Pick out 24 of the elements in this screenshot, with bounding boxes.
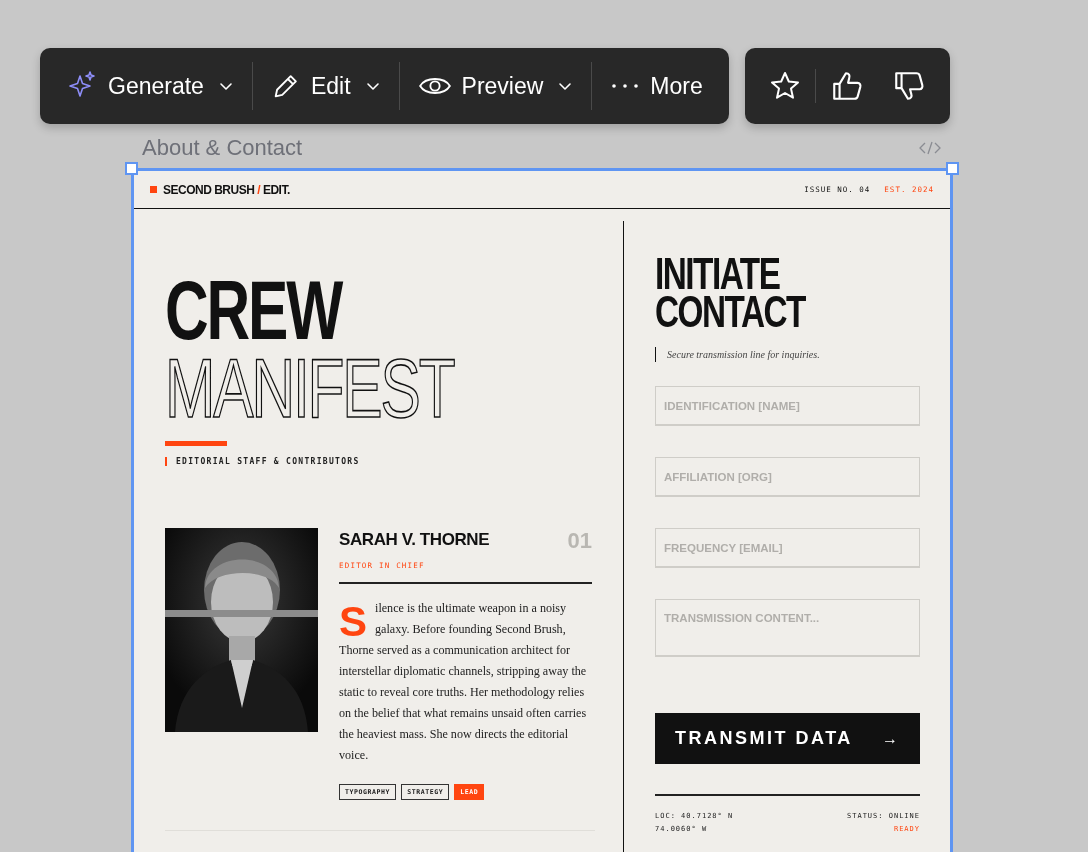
input-field[interactable]: AFFILIATION [ORG] <box>655 457 920 497</box>
toolbar-button[interactable]: Preview <box>399 60 592 112</box>
toolbar-button[interactable]: Edit <box>252 60 399 112</box>
input-field[interactable]: FREQUENCY [EMAIL] <box>655 528 920 568</box>
more-icon <box>610 82 641 90</box>
section-label: About & Contact <box>142 135 303 161</box>
toolbar-button[interactable]: Generate <box>48 60 252 112</box>
message-field[interactable]: TRANSMISSION CONTENT... <box>655 599 920 657</box>
page-title-outline: MANIFEST <box>165 349 454 427</box>
transmit-button[interactable]: TRANSMIT DATA → <box>655 713 920 764</box>
contact-tagline: Secure transmission line for inquiries. <box>655 347 820 362</box>
toolbar-button[interactable]: More <box>592 60 721 112</box>
accent-bar <box>165 441 227 446</box>
page-title: CREW <box>165 271 342 349</box>
brand-name[interactable]: SECOND BRUSH / EDIT. <box>163 182 290 197</box>
brand-mark-icon <box>150 186 157 193</box>
member-name: SARAH V. THORNE <box>339 530 490 550</box>
section-subtitle: EDITORIAL STAFF & CONTRIBUTORS <box>165 457 360 466</box>
resize-handle[interactable] <box>946 162 959 175</box>
contact-title: INITIATE CONTACT <box>655 255 807 331</box>
resize-handle[interactable] <box>125 162 138 175</box>
member-index: 01 <box>567 528 592 554</box>
star-icon <box>768 70 801 102</box>
input-field[interactable]: IDENTIFICATION [NAME] <box>655 386 920 426</box>
